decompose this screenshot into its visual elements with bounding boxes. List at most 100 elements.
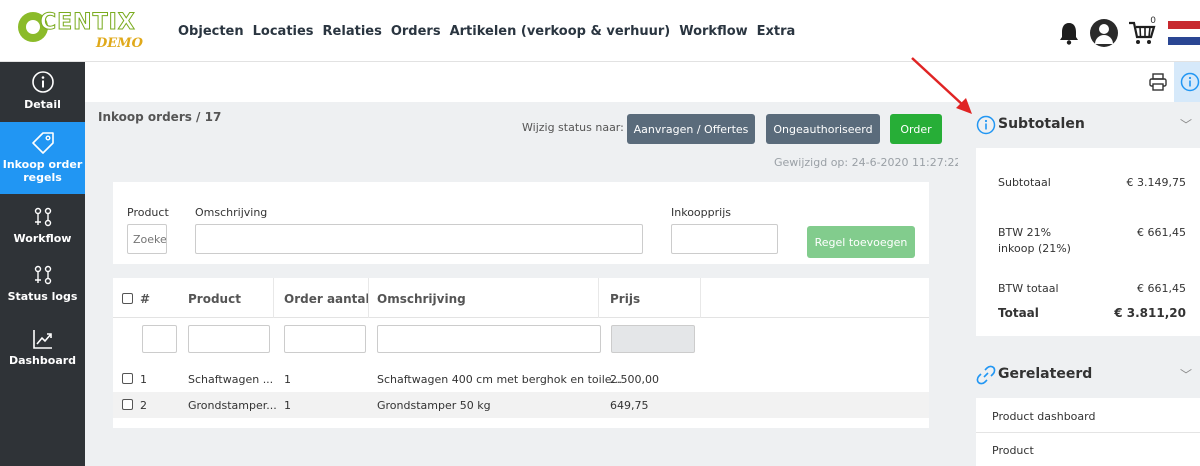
- row-quantity: 1: [284, 373, 291, 386]
- right-panel-toolbar: [958, 62, 1200, 102]
- filter-number-input[interactable]: [142, 325, 177, 353]
- row-checkbox[interactable]: [122, 373, 133, 384]
- column-divider: [700, 278, 701, 318]
- sidebar-item-dashboard[interactable]: Dashboard: [0, 328, 85, 378]
- subtotals-header[interactable]: Subtotalen ﹀: [958, 102, 1200, 148]
- column-divider: [598, 278, 599, 318]
- row-product: Schaftwagen ...: [188, 373, 274, 386]
- header-number[interactable]: #: [140, 292, 150, 306]
- nav-relaties[interactable]: Relaties: [323, 24, 382, 39]
- sidebar-item-label: Dashboard: [8, 354, 77, 367]
- nav-locaties[interactable]: Locaties: [253, 24, 314, 39]
- purchase-price-label: Inkoopprijs: [671, 206, 731, 219]
- status-order-button[interactable]: Order: [890, 114, 942, 144]
- table-row[interactable]: 2 Grondstamper... 1 Grondstamper 50 kg 6…: [113, 392, 929, 418]
- add-line-button[interactable]: Regel toevoegen: [807, 226, 915, 258]
- divider: [976, 432, 1200, 433]
- nav-orders[interactable]: Orders: [391, 24, 441, 39]
- subtotals-card: Subtotaal € 3.149,75 BTW 21% inkoop (21%…: [976, 148, 1200, 336]
- row-quantity: 1: [284, 399, 291, 412]
- chevron-down-icon[interactable]: ﹀: [1180, 116, 1192, 133]
- vat-total-value: € 661,45: [1137, 282, 1186, 295]
- row-checkbox[interactable]: [122, 399, 133, 410]
- related-link-product[interactable]: Product: [992, 444, 1034, 457]
- product-label: Product: [127, 206, 169, 219]
- subtotals-title: Subtotalen: [998, 116, 1085, 132]
- tag-icon: [31, 132, 54, 154]
- vat-total-label: BTW totaal: [998, 282, 1059, 295]
- row-number: 2: [140, 399, 147, 412]
- cart-icon[interactable]: 0: [1128, 16, 1158, 46]
- workflow-icon: [34, 265, 51, 285]
- print-icon[interactable]: [1148, 73, 1168, 91]
- product-search-input[interactable]: [127, 224, 167, 254]
- sidebar-item-workflow[interactable]: Workflow: [0, 206, 85, 256]
- sidebar-item-status-logs[interactable]: Status logs: [0, 264, 85, 314]
- info-icon: [1180, 72, 1200, 92]
- subtotal-value: € 3.149,75: [1126, 176, 1186, 189]
- bell-icon[interactable]: [1058, 21, 1080, 45]
- sidebar-item-label: Inkoop order regels: [2, 158, 83, 184]
- logo-subtext: DEMO: [96, 36, 143, 51]
- description-label: Omschrijving: [195, 206, 268, 219]
- total-value: € 3.811,20: [1114, 306, 1186, 320]
- sidebar-item-label: Status logs: [7, 290, 78, 303]
- info-icon: [31, 71, 54, 93]
- sidebar-item-label: Detail: [24, 98, 61, 111]
- nav-extra[interactable]: Extra: [757, 24, 796, 39]
- select-all-checkbox[interactable]: [122, 293, 133, 304]
- sidebar-item-inkoop-order-regels[interactable]: Inkoop order regels: [0, 122, 85, 194]
- vat-label-sub: inkoop (21%): [998, 242, 1071, 255]
- header-description[interactable]: Omschrijving: [377, 292, 466, 306]
- filter-quantity-input[interactable]: [284, 325, 366, 353]
- related-header[interactable]: Gerelateerd ﹀: [958, 352, 1200, 398]
- chart-icon: [32, 330, 52, 349]
- nav-objecten[interactable]: Objecten: [178, 24, 244, 39]
- breadcrumb: Inkoop orders / 17: [98, 110, 222, 124]
- filter-price-input-disabled: [611, 325, 695, 353]
- sidebar-item-label: Workflow: [13, 232, 72, 245]
- row-product: Grondstamper...: [188, 399, 277, 412]
- link-icon: [976, 365, 996, 385]
- main-nav: Objecten Locaties Relaties Orders Artike…: [178, 24, 804, 39]
- nav-workflow[interactable]: Workflow: [679, 24, 747, 39]
- info-toggle-button[interactable]: [1174, 62, 1200, 102]
- dutch-flag-icon[interactable]: [1168, 21, 1200, 45]
- row-number: 1: [140, 373, 147, 386]
- subtotal-label: Subtotaal: [998, 176, 1051, 189]
- total-label: Totaal: [998, 306, 1039, 320]
- status-ongeauthoriseerd-button[interactable]: Ongeauthoriseerd: [766, 114, 880, 144]
- nav-artikelen[interactable]: Artikelen (verkoop & verhuur): [450, 24, 671, 39]
- sidebar: Detail Inkoop order regels Workflow Stat…: [0, 62, 85, 466]
- header-price[interactable]: Prijs: [610, 292, 640, 306]
- related-link-product-dashboard[interactable]: Product dashboard: [992, 410, 1095, 423]
- cart-count: 0: [1150, 16, 1156, 26]
- header-product[interactable]: Product: [188, 292, 241, 306]
- row-price: 2.500,00: [610, 373, 659, 386]
- related-card: Product dashboard Product: [976, 398, 1200, 466]
- status-aanvragen-button[interactable]: Aanvragen / Offertes: [627, 114, 755, 144]
- row-description: Schaftwagen 400 cm met berghok en toile.…: [377, 373, 623, 386]
- vat-value: € 661,45: [1137, 226, 1186, 239]
- filter-product-input[interactable]: [188, 325, 270, 353]
- description-input[interactable]: [195, 224, 643, 254]
- chevron-down-icon[interactable]: ﹀: [1180, 366, 1192, 383]
- right-panel: Subtotalen ﹀ Subtotaal € 3.149,75 BTW 21…: [958, 62, 1200, 466]
- row-description: Grondstamper 50 kg: [377, 399, 491, 412]
- logo[interactable]: CENTIX DEMO: [18, 10, 148, 54]
- row-price: 649,75: [610, 399, 649, 412]
- add-line-form: Product Omschrijving Inkoopprijs Regel t…: [113, 182, 929, 264]
- filter-description-input[interactable]: [377, 325, 601, 353]
- related-title: Gerelateerd: [998, 366, 1093, 382]
- table-row[interactable]: 1 Schaftwagen ... 1 Schaftwagen 400 cm m…: [113, 366, 929, 392]
- modified-timestamp: Gewijzigd op: 24-6-2020 11:27:22: [774, 156, 962, 169]
- top-bar: CENTIX DEMO Objecten Locaties Relaties O…: [0, 0, 1200, 62]
- purchase-price-input[interactable]: [671, 224, 778, 254]
- workflow-icon: [34, 207, 51, 227]
- column-divider: [273, 278, 274, 318]
- header-order-quantity[interactable]: Order aantal: [284, 292, 370, 306]
- user-avatar-icon[interactable]: [1090, 19, 1118, 47]
- sidebar-item-detail[interactable]: Detail: [0, 70, 85, 120]
- column-divider: [368, 278, 369, 318]
- order-lines-table: # Product Order aantal Omschrijving Prij…: [113, 278, 929, 428]
